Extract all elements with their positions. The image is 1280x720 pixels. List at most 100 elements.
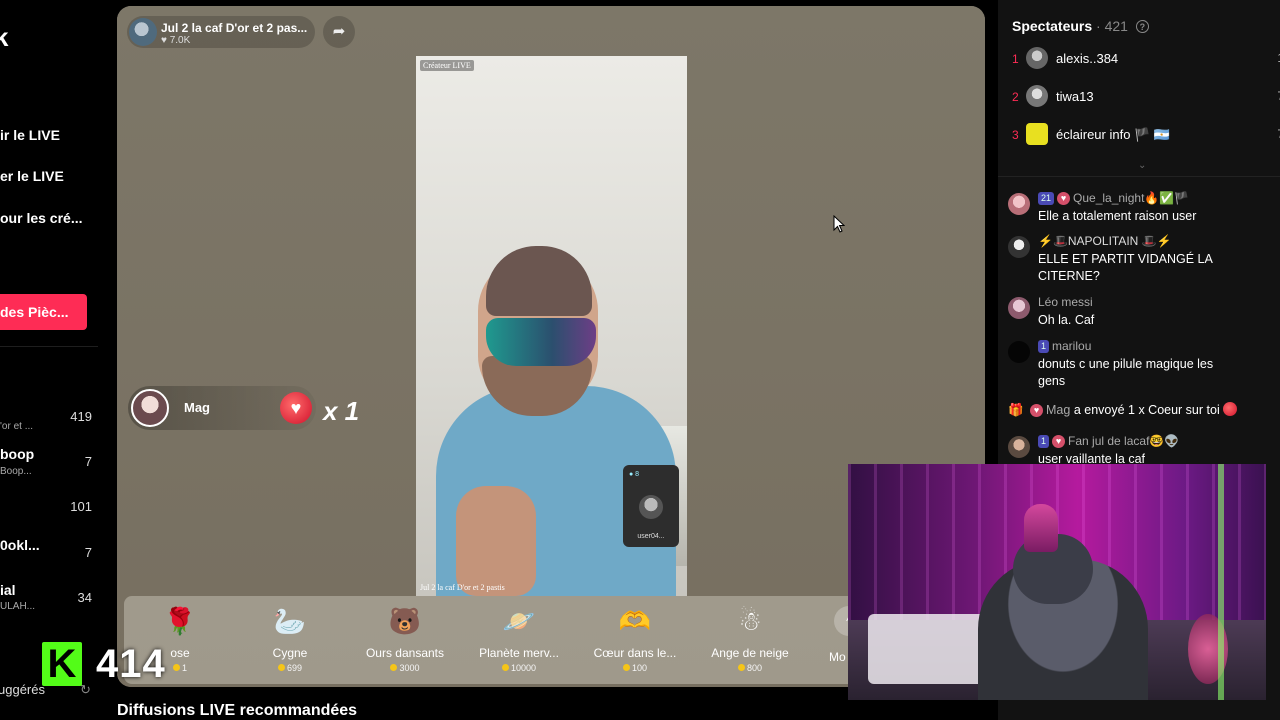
- sidebar-divider: [0, 346, 98, 347]
- gift-price-value: 800: [746, 663, 763, 673]
- mouse-cursor-icon: [833, 215, 845, 233]
- video-hand: [456, 486, 536, 596]
- gift-box-icon: 🎁: [1008, 403, 1024, 417]
- gift-item[interactable]: 🦢 Cygne 699: [240, 604, 340, 673]
- suggested-label: uggérés: [0, 682, 45, 697]
- viewer-name: éclaireur info 🏴 🇦🇷: [1056, 127, 1171, 142]
- channel-viewer-count: 419: [70, 409, 92, 424]
- chat-user[interactable]: 1 marilou: [1038, 339, 1091, 353]
- channel-name: boop: [0, 446, 35, 462]
- chat-avatar[interactable]: [1008, 436, 1030, 458]
- channel-subtitle: Boop...: [0, 466, 32, 477]
- host-avatar[interactable]: [129, 18, 157, 46]
- coin-icon: [501, 664, 509, 671]
- channel-viewer-count: 101: [70, 499, 92, 514]
- viewers-count: · 421: [1096, 18, 1128, 34]
- gift-item[interactable]: 🐻 Ours dansants 3000: [355, 604, 455, 673]
- planet-icon: 🪐: [502, 606, 536, 636]
- rose-icon: 🌹: [163, 606, 197, 636]
- viewer-rank: 2: [1012, 90, 1019, 104]
- channel-subtitle: ULAH...: [0, 601, 36, 612]
- chat-divider: [998, 176, 1280, 177]
- swan-icon: 🦢: [273, 606, 307, 636]
- viewers-title: Spectateurs: [1012, 18, 1093, 34]
- coin-icon: [622, 664, 630, 671]
- gift-price: 800: [700, 663, 800, 673]
- viewer-rank: 1: [1012, 52, 1019, 66]
- gift-notification-user[interactable]: Mag: [1046, 403, 1070, 417]
- gift-bar: 🌹 ose 1 🦢 Cygne 699 🐻 Ours dansants 3000…: [124, 596, 864, 684]
- chat-avatar[interactable]: [1008, 341, 1030, 363]
- video-caption: Jul 2 la caf D'or et 2 pastis: [420, 583, 505, 592]
- help-icon[interactable]: ?: [1135, 20, 1149, 33]
- viewer-row[interactable]: 1 alexis..384 1: [1008, 47, 1280, 73]
- guest-avatar: [639, 495, 663, 519]
- guest-name: user04...: [637, 533, 665, 540]
- heart-gift-icon: ♥: [280, 392, 312, 424]
- video-person-hair: [486, 246, 592, 316]
- recommended-heading: Diffusions LIVE recommandées: [117, 702, 358, 719]
- like-count: ♥ 7.0K: [161, 35, 191, 46]
- chevron-down-icon[interactable]: ⌄: [1138, 160, 1146, 171]
- left-sidebar: k ir le LIVE er le LIVE our les cré... d…: [0, 0, 112, 720]
- gift-item[interactable]: 🫶 Cœur dans le... 100: [585, 604, 685, 673]
- chat-text: ELLE ET PARTIT VIDANGÉ LA CITERNE?: [1038, 252, 1213, 283]
- chat-username[interactable]: ⚡🎩NAPOLITAIN 🎩⚡: [1038, 234, 1172, 248]
- channel-viewer-count: 7: [84, 454, 92, 469]
- get-coins-button[interactable]: des Pièc...: [0, 294, 87, 330]
- chat-username: Fan jul de lacaf🤓👽: [1068, 434, 1180, 448]
- chat-avatar[interactable]: [1008, 297, 1030, 319]
- viewer-avatar: [1026, 47, 1048, 69]
- stream-title: Jul 2 la caf D'or et 2 pas...: [161, 21, 308, 35]
- gift-name: Planète merv...: [479, 646, 559, 660]
- viewer-name: tiwa13: [1056, 89, 1094, 104]
- chat-avatar[interactable]: [1008, 193, 1030, 215]
- gift-price-value: 10000: [510, 663, 537, 673]
- webcam-chair: [868, 614, 988, 684]
- screen: k ir le LIVE er le LIVE our les cré... d…: [0, 0, 1280, 720]
- chat-user[interactable]: 1 ♥ Fan jul de lacaf🤓👽: [1038, 434, 1179, 448]
- gift-item[interactable]: ☃ Ange de neige 800: [700, 604, 800, 673]
- chat-text: Elle a totalement raison user: [1038, 209, 1197, 223]
- webcam-green-light: [1218, 464, 1224, 700]
- viewer-name: alexis..384: [1056, 51, 1119, 66]
- viewer-row[interactable]: 2 tiwa13 7: [1008, 85, 1280, 111]
- gift-price-value: 100: [631, 663, 648, 673]
- gift-name: Ours dansants: [365, 646, 445, 660]
- webcam-mascot: [1024, 504, 1058, 552]
- chat-username: marilou: [1052, 339, 1092, 353]
- gift-multiplier: x 1: [323, 396, 360, 426]
- heart-gift-icon: [1223, 402, 1238, 416]
- level-badge: 21: [1038, 192, 1055, 205]
- chat-text: Oh la. Caf: [1038, 313, 1095, 327]
- host-info[interactable]: Jul 2 la caf D'or et 2 pas... ♥ 7.0K: [127, 16, 315, 48]
- gift-name: Cœur dans le...: [593, 646, 677, 660]
- snow-angel-icon: ☃: [738, 606, 762, 636]
- coin-icon: [277, 664, 285, 671]
- share-icon[interactable]: ➦: [323, 16, 355, 48]
- sidebar-link-1[interactable]: ir le LIVE: [0, 127, 60, 143]
- chat-username[interactable]: Léo messi: [1038, 295, 1093, 309]
- sidebar-link-3[interactable]: our les cré...: [0, 210, 82, 226]
- chat-avatar[interactable]: [1008, 236, 1030, 258]
- gift-item[interactable]: 🪐 Planète merv... 10000: [469, 604, 569, 673]
- viewer-avatar: [1026, 123, 1048, 145]
- viewer-rank: 3: [1012, 128, 1019, 142]
- viewer-row[interactable]: 3 éclaireur info 🏴 🇦🇷 7: [1008, 123, 1280, 149]
- coin-icon: [172, 664, 180, 671]
- gift-notification: 🎁 ♥ Mag a envoyé 1 x Coeur sur toi: [1008, 402, 1278, 418]
- creator-live-label: Créateur LIVE: [420, 60, 474, 71]
- level-badge: 1: [1038, 340, 1050, 353]
- video-sunglasses: [486, 318, 596, 366]
- more-gifts-label[interactable]: Mo: [829, 650, 846, 664]
- gift-price-value: 1: [181, 663, 187, 673]
- guest-tile[interactable]: ● 8 user04...: [623, 465, 679, 547]
- live-video[interactable]: Créateur LIVE Jul 2 la caf D'or et 2 pas…: [416, 56, 687, 596]
- sidebar-link-2[interactable]: er le LIVE: [0, 168, 64, 184]
- chat-username: Que_la_night🔥✅🏴: [1073, 191, 1190, 205]
- chat-user[interactable]: 21 ♥ Que_la_night🔥✅🏴: [1038, 191, 1189, 205]
- gift-price: 10000: [469, 663, 569, 673]
- app-logo[interactable]: k: [0, 22, 8, 53]
- channel-viewer-count: 34: [77, 590, 92, 605]
- gift-sender-avatar: [131, 389, 169, 427]
